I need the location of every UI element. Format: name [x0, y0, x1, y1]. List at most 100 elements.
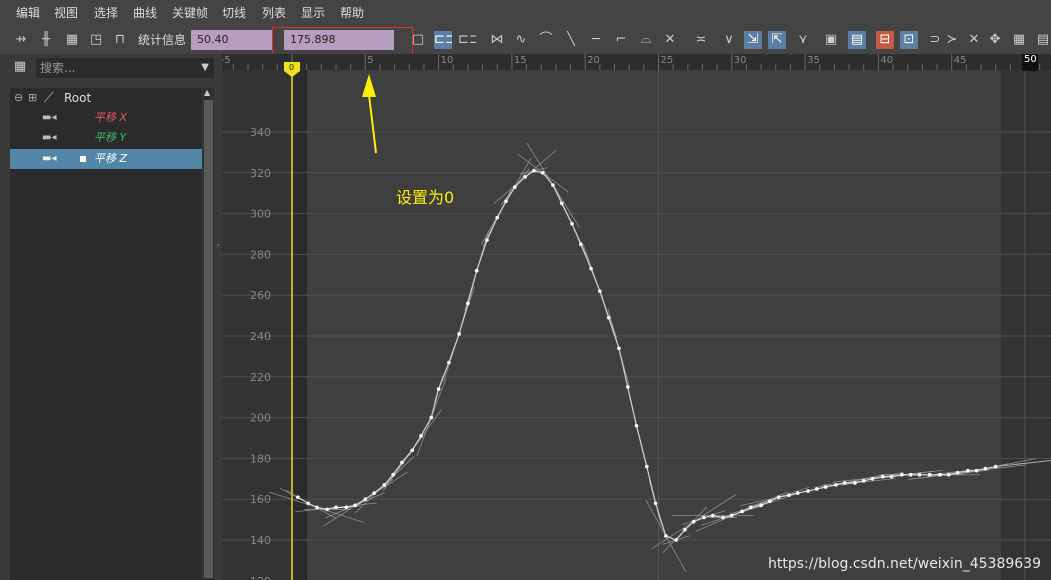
keyframe-point[interactable]	[634, 423, 639, 428]
timeline-ruler[interactable]	[222, 54, 1051, 70]
outliner-item-translate-x[interactable]: ▬◂ 平移 X	[10, 108, 202, 128]
keyframe-point[interactable]	[400, 460, 404, 465]
keyframe-point[interactable]	[391, 472, 395, 477]
plateau-tangent-icon[interactable]: ⌓	[637, 31, 655, 49]
keyframe-point[interactable]	[504, 199, 508, 204]
center-current-icon[interactable]: ⊏⊐	[458, 31, 476, 49]
normalize-icon[interactable]: ⇱	[768, 31, 786, 49]
keyframe-point[interactable]	[625, 385, 630, 389]
keyframe-point[interactable]	[955, 470, 960, 475]
keyframe-point[interactable]	[710, 513, 715, 518]
keyframe-point[interactable]	[296, 495, 300, 499]
menu-item-0[interactable]: 编辑	[16, 0, 40, 26]
keyframe-point[interactable]	[551, 183, 555, 187]
keyframe-point[interactable]	[644, 464, 649, 469]
keyframe-point[interactable]	[429, 415, 434, 420]
keyframe-point[interactable]	[540, 171, 545, 175]
value-snap-icon[interactable]: ✕	[965, 31, 983, 49]
keyframe-stats-icon[interactable]: ▦	[1010, 31, 1028, 49]
keyframe-point[interactable]	[447, 360, 451, 365]
flat-tangent-icon[interactable]: ─	[587, 31, 605, 49]
keyframe-point[interactable]	[806, 489, 810, 493]
keyframe-point[interactable]	[334, 505, 338, 510]
keyframe-point[interactable]	[776, 495, 781, 499]
scroll-up-icon[interactable]: ▲	[204, 88, 210, 97]
expand-icon[interactable]: ⊞	[28, 88, 37, 108]
keyframe-point[interactable]	[653, 501, 658, 506]
keyframe-point[interactable]	[495, 215, 500, 220]
key-move-icon[interactable]: ⇸	[12, 31, 30, 49]
keyframe-point[interactable]	[966, 468, 970, 473]
keyframe-point[interactable]	[485, 238, 489, 242]
keyframe-point[interactable]	[466, 301, 470, 306]
keyframe-point[interactable]	[457, 332, 461, 336]
lock-weight-icon[interactable]: ⇲	[744, 31, 762, 49]
free-weight-icon[interactable]: ∨	[720, 31, 738, 49]
collapse-icon[interactable]: ⊖	[14, 88, 23, 108]
keyframe-point[interactable]	[532, 168, 536, 173]
region-select-icon[interactable]: ◳	[87, 31, 105, 49]
buffer-curve-icon[interactable]: ⊓	[111, 31, 129, 49]
keyframe-point[interactable]	[589, 266, 593, 271]
keyframe-point[interactable]	[674, 538, 678, 542]
keyframe-point[interactable]	[853, 481, 857, 485]
isolate-icon[interactable]: ⊟	[876, 31, 894, 49]
outliner-item-root[interactable]: ⊖ ⊞ ⟋ Root	[10, 88, 202, 108]
keyframe-point[interactable]	[315, 505, 319, 510]
snap-icon[interactable]: ▤	[848, 31, 866, 49]
keyframe-point[interactable]	[908, 472, 913, 477]
keyframe-point[interactable]	[559, 201, 564, 206]
keyframe-point[interactable]	[372, 491, 376, 495]
keyframe-point[interactable]	[730, 513, 734, 518]
keyframe-point[interactable]	[917, 472, 922, 477]
buffer-swap-icon[interactable]: ⊡	[900, 31, 918, 49]
curve-settings-icon[interactable]: ▤	[1034, 31, 1051, 49]
keyframe-point[interactable]	[523, 175, 527, 179]
outliner-item-translate-z[interactable]: ▬◂ 平移 Z	[10, 149, 202, 169]
keyframe-point[interactable]	[363, 497, 368, 502]
keyframe-point[interactable]	[598, 289, 602, 293]
keyframe-point[interactable]	[927, 472, 932, 477]
keyframe-point[interactable]	[938, 472, 942, 477]
post-infinity-icon[interactable]: ▣	[822, 31, 840, 49]
keyframe-point[interactable]	[946, 472, 951, 477]
keyframe-point[interactable]	[721, 515, 725, 520]
keyframe-point[interactable]	[880, 474, 885, 479]
time-value-field[interactable]: 50.40	[191, 30, 273, 50]
outliner-scrollbar[interactable]: ▲	[203, 88, 214, 580]
keyframe-point[interactable]	[815, 487, 819, 491]
keyframe-point[interactable]	[787, 493, 791, 497]
unify-tangent-icon[interactable]: ≍	[692, 31, 710, 49]
menu-item-4[interactable]: 关键帧	[172, 0, 208, 26]
keyframe-point[interactable]	[861, 479, 866, 483]
keyframe-point[interactable]	[344, 505, 349, 510]
keyframe-point[interactable]	[702, 515, 706, 520]
resample-icon[interactable]: ✥	[986, 31, 1004, 49]
keyframe-point[interactable]	[606, 315, 611, 320]
menu-item-5[interactable]: 切线	[222, 0, 246, 26]
menu-item-6[interactable]: 列表	[262, 0, 286, 26]
keyframe-point[interactable]	[353, 503, 357, 508]
keyframe-point[interactable]	[474, 268, 479, 273]
keyframe-point[interactable]	[749, 505, 753, 510]
keyframe-point[interactable]	[306, 501, 310, 506]
keyframe-point[interactable]	[823, 485, 828, 489]
keyframe-point[interactable]	[870, 477, 875, 481]
stacked-curves-icon[interactable]: ⊃	[926, 31, 944, 49]
keyframe-point[interactable]	[325, 507, 329, 512]
graph-view[interactable]: -5 5 10 15 20 25 30 35 40 45 50 340 320 300 280 260 240 2…	[222, 54, 1051, 580]
search-dropdown-icon[interactable]: ▼	[201, 58, 209, 78]
keyframe-point[interactable]	[436, 387, 441, 391]
keyframe-point[interactable]	[993, 464, 998, 469]
keyframe-point[interactable]	[889, 474, 894, 479]
linear-tangent-icon[interactable]: ╲	[562, 31, 580, 49]
outliner-options-icon[interactable]: ▦	[12, 58, 28, 76]
keyframe-point[interactable]	[842, 481, 847, 485]
clamped-tangent-icon[interactable]: ⌒	[537, 31, 555, 49]
keyframe-point[interactable]	[419, 434, 423, 438]
key-value-field[interactable]: 175.898	[284, 30, 394, 50]
menu-item-7[interactable]: 显示	[301, 0, 325, 26]
keyframe-point[interactable]	[795, 491, 800, 495]
keyframe-point[interactable]	[740, 509, 744, 514]
keyframe-point[interactable]	[683, 528, 687, 532]
